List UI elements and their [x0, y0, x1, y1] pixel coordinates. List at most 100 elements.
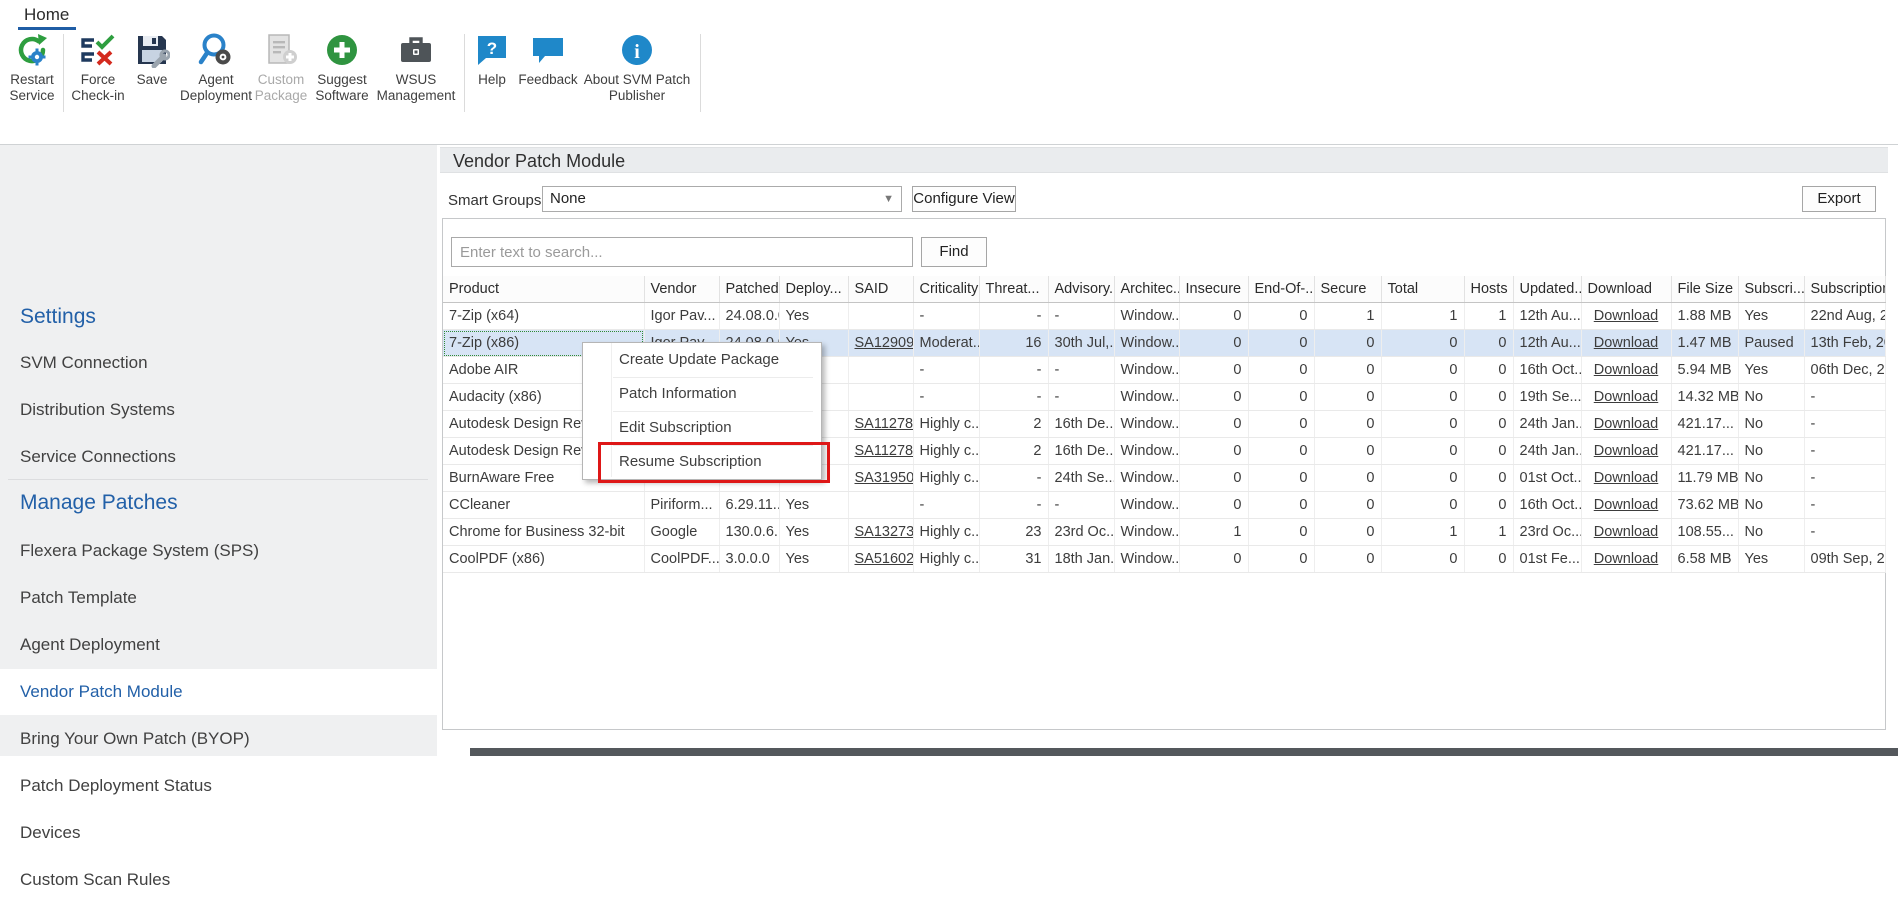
configure-view-button[interactable]: Configure View — [912, 186, 1016, 212]
table-row[interactable]: Chrome for Business 32-bitGoogle130.0.6.… — [443, 519, 1885, 546]
product-link[interactable]: CoolPDF (x86) — [443, 546, 644, 573]
table-row[interactable]: 7-Zip (x64)Igor Pav...24.08.0.0Yes---Win… — [443, 303, 1885, 330]
download-link[interactable]: Download — [1581, 546, 1671, 573]
cell-updated: 01st Fe... — [1513, 546, 1581, 573]
download-link[interactable]: Download — [1581, 384, 1671, 411]
about-button[interactable]: iAbout SVM Patch Publisher — [582, 32, 692, 124]
tab-home[interactable]: Home — [24, 5, 69, 25]
context-menu-item-edit-subscription[interactable]: Edit Subscription — [583, 411, 819, 445]
cell-total: 0 — [1381, 492, 1464, 519]
download-link[interactable]: Download — [1581, 357, 1671, 384]
column-header-end_of_life[interactable]: End-Of-... — [1248, 276, 1314, 303]
column-header-secure[interactable]: Secure — [1314, 276, 1381, 303]
sidebar-item-svm-connection[interactable]: SVM Connection — [0, 340, 437, 386]
column-header-updated[interactable]: Updated... — [1513, 276, 1581, 303]
cell-patched: 6.29.11... — [719, 492, 779, 519]
download-link[interactable]: Download — [1581, 330, 1671, 357]
cell-criticality: - — [913, 357, 979, 384]
smart-groups-dropdown[interactable]: None ▼ — [542, 186, 902, 212]
restart-service-button[interactable]: Restart Service — [2, 32, 62, 124]
cell-secure: 0 — [1314, 546, 1381, 573]
download-link[interactable]: Download — [1581, 411, 1671, 438]
cell-subscribed: No — [1738, 438, 1804, 465]
column-header-total[interactable]: Total — [1381, 276, 1464, 303]
cell-file_size: 14.32 MB — [1671, 384, 1738, 411]
context-menu-item-resume-subscription[interactable]: Resume Subscription — [583, 445, 819, 479]
column-header-architecture[interactable]: Architec... — [1114, 276, 1179, 303]
column-header-deploy[interactable]: Deploy... — [779, 276, 848, 303]
cell-updated: 24th Jan... — [1513, 411, 1581, 438]
feedback-button[interactable]: Feedback — [516, 32, 580, 124]
suggest-software-button[interactable]: Suggest Software — [310, 32, 374, 124]
cell-patched: 24.08.0.0 — [719, 303, 779, 330]
cell-subscribed: No — [1738, 519, 1804, 546]
column-header-subscription[interactable]: Subscription... — [1804, 276, 1885, 303]
cell-subscription: - — [1804, 465, 1885, 492]
column-header-product[interactable]: Product — [443, 276, 644, 303]
cell-total: 0 — [1381, 411, 1464, 438]
context-menu-item-create-update-package[interactable]: Create Update Package — [583, 343, 819, 377]
column-header-advisory[interactable]: Advisory... — [1048, 276, 1114, 303]
context-menu-item-patch-information[interactable]: Patch Information — [583, 377, 819, 411]
chevron-down-icon[interactable]: ▼ — [883, 187, 894, 211]
said-link[interactable]: SA31950 — [848, 465, 913, 492]
sidebar-item-service-connections[interactable]: Service Connections — [0, 434, 437, 480]
column-header-subscribed[interactable]: Subscri... — [1738, 276, 1804, 303]
cell-criticality: Moderat... — [913, 330, 979, 357]
said-link[interactable]: SA112780 — [848, 411, 913, 438]
product-link[interactable]: CCleaner — [443, 492, 644, 519]
export-button[interactable]: Export — [1802, 186, 1876, 212]
cell-insecure: 0 — [1179, 438, 1248, 465]
download-link[interactable]: Download — [1581, 465, 1671, 492]
said-link[interactable]: SA112780 — [848, 438, 913, 465]
sidebar-item-agent-deployment[interactable]: Agent Deployment — [0, 622, 437, 668]
search-input[interactable] — [451, 237, 913, 267]
cell-file_size: 108.55... — [1671, 519, 1738, 546]
product-link[interactable]: Chrome for Business 32-bit — [443, 519, 644, 546]
window-edge-strip — [470, 748, 1898, 756]
said-link[interactable]: SA132733 — [848, 519, 913, 546]
column-header-hosts[interactable]: Hosts — [1464, 276, 1513, 303]
agent-deployment-button[interactable]: Agent Deployment — [172, 32, 260, 124]
download-link[interactable]: Download — [1581, 438, 1671, 465]
cell-architecture: Window... — [1114, 330, 1179, 357]
column-header-patched[interactable]: Patched... — [719, 276, 779, 303]
column-header-download[interactable]: Download — [1581, 276, 1671, 303]
ribbon-button-label: Force Check-in — [66, 72, 130, 104]
table-row[interactable]: CoolPDF (x86)CoolPDF...3.0.0.0YesSA51602… — [443, 546, 1885, 573]
sidebar-item-patch-deployment-status[interactable]: Patch Deployment Status — [0, 763, 437, 809]
column-header-threat[interactable]: Threat... — [979, 276, 1048, 303]
cell-said — [848, 384, 913, 411]
column-header-criticality[interactable]: Criticality — [913, 276, 979, 303]
force-checkin-button[interactable]: Force Check-in — [66, 32, 130, 124]
sidebar-item-flexera-package-system-sps[interactable]: Flexera Package System (SPS) — [0, 528, 437, 574]
find-button[interactable]: Find — [921, 237, 987, 267]
column-header-said[interactable]: SAID — [848, 276, 913, 303]
cell-total: 0 — [1381, 330, 1464, 357]
help-button[interactable]: ?Help — [470, 32, 514, 124]
product-link[interactable]: 7-Zip (x64) — [443, 303, 644, 330]
sidebar-item-custom-scan-rules[interactable]: Custom Scan Rules — [0, 857, 437, 903]
column-header-file_size[interactable]: File Size — [1671, 276, 1738, 303]
said-link[interactable]: SA51602 — [848, 546, 913, 573]
download-link[interactable]: Download — [1581, 303, 1671, 330]
sidebar-item-patch-template[interactable]: Patch Template — [0, 575, 437, 621]
cell-hosts: 1 — [1464, 519, 1513, 546]
sidebar-item-devices[interactable]: Devices — [0, 810, 437, 856]
download-link[interactable]: Download — [1581, 492, 1671, 519]
column-header-insecure[interactable]: Insecure — [1179, 276, 1248, 303]
sidebar-item-bring-your-own-patch-byop[interactable]: Bring Your Own Patch (BYOP) — [0, 716, 437, 762]
cell-hosts: 0 — [1464, 384, 1513, 411]
said-link[interactable]: SA129090 — [848, 330, 913, 357]
download-link[interactable]: Download — [1581, 519, 1671, 546]
sidebar-item-distribution-systems[interactable]: Distribution Systems — [0, 387, 437, 433]
cell-criticality: Highly c... — [913, 546, 979, 573]
table-row[interactable]: CCleanerPiriform...6.29.11...Yes---Windo… — [443, 492, 1885, 519]
save-button[interactable]: Save — [130, 32, 174, 124]
ribbon-button-label: Suggest Software — [310, 72, 374, 104]
cell-criticality: - — [913, 384, 979, 411]
column-header-vendor[interactable]: Vendor — [644, 276, 719, 303]
cell-subscribed: No — [1738, 492, 1804, 519]
sidebar-item-vendor-patch-module[interactable]: Vendor Patch Module — [0, 669, 437, 715]
wsus-management-button[interactable]: WSUS Management — [368, 32, 464, 124]
